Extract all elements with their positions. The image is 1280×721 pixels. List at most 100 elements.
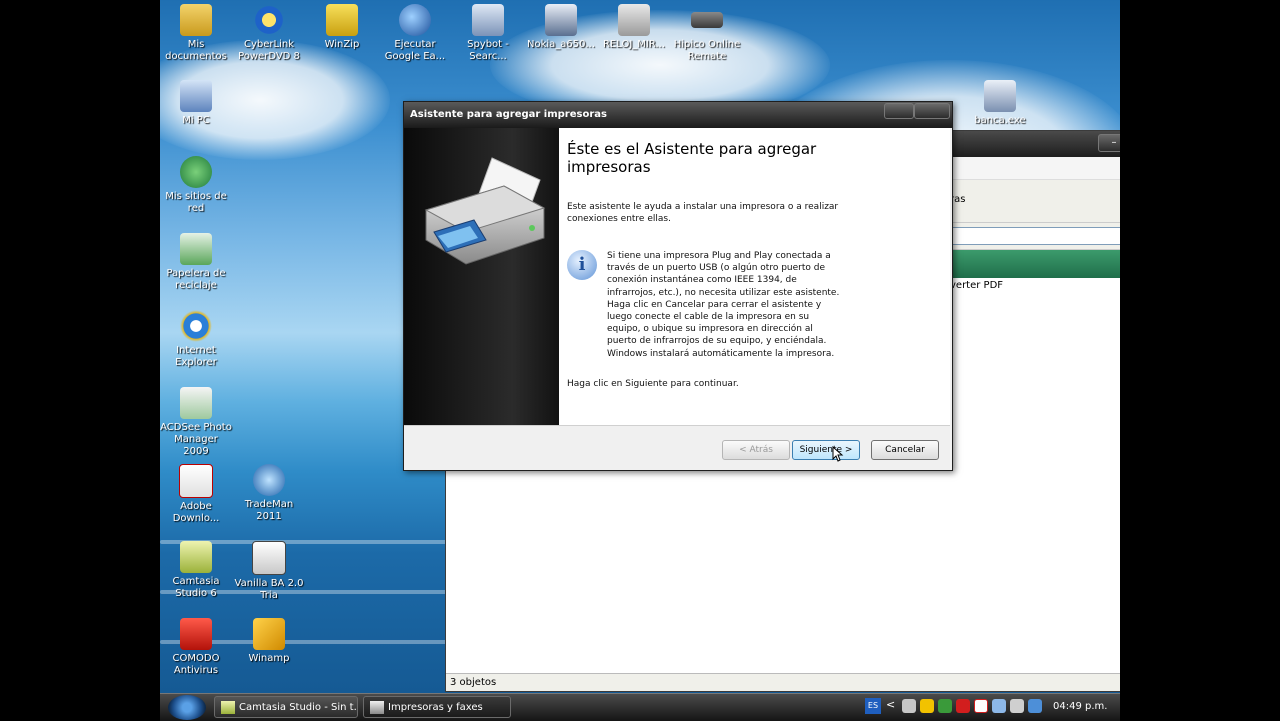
desktop-icon-mi-pc[interactable]: Mi PC <box>160 80 232 127</box>
desktop-icon-mis-sitios-de-red[interactable]: Mis sitios de red <box>160 156 232 215</box>
info-line: infrarrojos, etc.), no necesita utilizar… <box>607 287 840 298</box>
desktop-icon-winamp[interactable]: Winamp <box>233 618 305 665</box>
desktop-icon-acdsee[interactable]: ACDSee Photo Manager 2009 <box>160 387 232 458</box>
mouse-cursor-icon <box>832 446 844 462</box>
desktop-icon-label: Ejecutar Google Ea... <box>384 39 446 62</box>
desktop-icon-powerdvd[interactable]: CyberLink PowerDVD 8 <box>233 4 305 63</box>
wizard-content: Éste es el Asistente para agregar impres… <box>559 128 950 425</box>
hipico-icon <box>691 12 723 28</box>
antivirus-tray-icon[interactable] <box>974 699 988 713</box>
desktop-icon-label: WinZip <box>324 39 360 50</box>
desktop-icon-spybot[interactable]: Spybot - Searc... <box>452 4 524 63</box>
taskbar-item-printers[interactable]: Impresoras y faxes <box>363 696 511 718</box>
desktop-icon-mis-documentos[interactable]: Mis documentos <box>160 4 232 63</box>
winzip-icon <box>326 4 358 36</box>
wizard-heading: Éste es el Asistente para agregar impres… <box>567 140 817 176</box>
recycle-bin-icon <box>180 233 212 265</box>
info-line: conexión instantánea como IEEE 1394, de <box>607 275 797 286</box>
add-printer-wizard[interactable]: Asistente para agregar impresoras Éste e… <box>403 101 953 471</box>
desktop-icon-trademan[interactable]: TradeMan 2011 <box>233 464 305 523</box>
camtasia-icon <box>221 701 235 714</box>
network-tray-icon[interactable] <box>992 699 1006 713</box>
comodo-icon <box>180 618 212 650</box>
tray-icon[interactable] <box>902 699 916 713</box>
adobe-icon <box>179 464 213 498</box>
shield-icon[interactable] <box>920 699 934 713</box>
info-line: Windows instalará automáticamente la imp… <box>607 348 835 359</box>
desktop-icon-hipico[interactable]: Hipico Online Remate <box>671 4 743 63</box>
taskbar: Camtasia Studio - Sin t... Impresoras y … <box>160 693 1120 721</box>
wizard-banner <box>404 128 559 425</box>
back-button[interactable]: < Atrás <box>722 440 790 460</box>
desktop-icon-papelera[interactable]: Papelera de reciclaje <box>160 233 232 292</box>
desktop-icon-adobe[interactable]: Adobe Downlo... <box>160 464 232 525</box>
wizard-titlebar[interactable]: Asistente para agregar impresoras <box>404 102 952 128</box>
printer-icon <box>424 157 546 265</box>
desktop-icon-label: Camtasia Studio 6 <box>172 576 220 599</box>
desktop-icon-label: Winamp <box>248 653 290 664</box>
desktop-icon-label: TradeMan 2011 <box>244 499 294 522</box>
wizard-title: Asistente para agregar impresoras <box>410 109 607 120</box>
info-line: luego conecte el cable de la impresora e… <box>607 312 810 323</box>
printer-icon <box>370 701 384 714</box>
cancel-button[interactable]: Cancelar <box>871 440 939 460</box>
desktop-icon-reloj[interactable]: RELOJ_MIR... <box>598 4 670 51</box>
desktop-icon-internet-explorer[interactable]: Internet Explorer <box>160 310 232 369</box>
vanilla-icon <box>252 541 286 575</box>
desktop-icon-nokia[interactable]: Nokia_a650... <box>525 4 597 51</box>
network-exe-icon <box>984 80 1016 112</box>
info-icon: i <box>567 250 597 280</box>
desktop-icon-camtasia[interactable]: Camtasia Studio 6 <box>160 541 232 600</box>
my-computer-icon <box>180 80 212 112</box>
winamp-icon <box>253 618 285 650</box>
desktop-icon-label: Nokia_a650... <box>526 39 596 50</box>
printer-item-label[interactable]: verter PDF <box>950 280 1003 291</box>
network-places-icon <box>180 156 212 188</box>
taskbar-item-label: Impresoras y faxes <box>388 702 483 713</box>
start-button[interactable] <box>168 695 206 720</box>
info-line: Haga clic en Cancelar para cerrar el asi… <box>607 299 822 310</box>
trademan-icon <box>253 464 285 496</box>
desktop-icon-label: CyberLink PowerDVD 8 <box>238 39 300 62</box>
chevron-left-icon[interactable]: < <box>886 698 895 711</box>
desktop-icon-label: Mis documentos <box>165 39 227 62</box>
clock-icon <box>618 4 650 36</box>
desktop-icon-label: Vanilla BA 2.0 Tria <box>234 578 304 601</box>
tray-icon[interactable] <box>938 699 952 713</box>
internet-explorer-icon <box>180 310 212 342</box>
desktop-icon-winzip[interactable]: WinZip <box>306 4 378 51</box>
taskbar-item-camtasia[interactable]: Camtasia Studio - Sin t... <box>214 696 358 718</box>
volume-icon[interactable] <box>1010 699 1024 713</box>
desktop-icon-label: Mi PC <box>182 115 210 126</box>
desktop-icon-banca[interactable]: banca.exe <box>964 80 1036 127</box>
wizard-button-bar: < Atrás Siguiente > Cancelar <box>404 425 950 470</box>
desktop-icon-vanilla[interactable]: Vanilla BA 2.0 Tria <box>233 541 305 602</box>
taskbar-item-label: Camtasia Studio - Sin t... <box>239 702 358 713</box>
desktop-icon-comodo[interactable]: COMODO Antivirus <box>160 618 232 677</box>
info-line: equipo, o ubique su impresora en direcci… <box>607 324 813 335</box>
desktop-icon-label: Mis sitios de red <box>165 191 227 214</box>
letterbox-left <box>0 0 160 720</box>
comodo-tray-icon[interactable] <box>956 699 970 713</box>
folder-documents-icon <box>180 4 212 36</box>
info-line: puerto de infrarrojos de su equipo, y en… <box>607 336 827 347</box>
desktop-icon-label: Spybot - Searc... <box>467 39 509 62</box>
tray-icon[interactable] <box>1028 699 1042 713</box>
next-button[interactable]: Siguiente > <box>792 440 860 460</box>
close-button[interactable] <box>914 103 950 119</box>
letterbox-right <box>1120 0 1280 720</box>
camtasia-icon <box>180 541 212 573</box>
info-line: Si tiene una impresora Plug and Play con… <box>607 251 831 261</box>
clock[interactable]: 04:49 p.m. <box>1053 701 1107 712</box>
desktop-icon-google-earth[interactable]: Ejecutar Google Ea... <box>379 4 451 63</box>
desktop-icon-label: banca.exe <box>974 115 1026 126</box>
language-indicator[interactable]: ES <box>865 698 881 714</box>
desktop-icon-label: ACDSee Photo Manager 2009 <box>160 422 232 457</box>
minimize-button[interactable]: – <box>1098 134 1120 152</box>
desktop-icon-label: Adobe Downlo... <box>172 501 220 524</box>
info-line: través de un puerto USB (o algún otro pu… <box>607 263 826 274</box>
google-earth-icon <box>399 4 431 36</box>
nokia-icon <box>545 4 577 36</box>
desktop: Mis documentos CyberLink PowerDVD 8 WinZ… <box>160 0 1120 693</box>
help-button[interactable] <box>884 103 914 119</box>
